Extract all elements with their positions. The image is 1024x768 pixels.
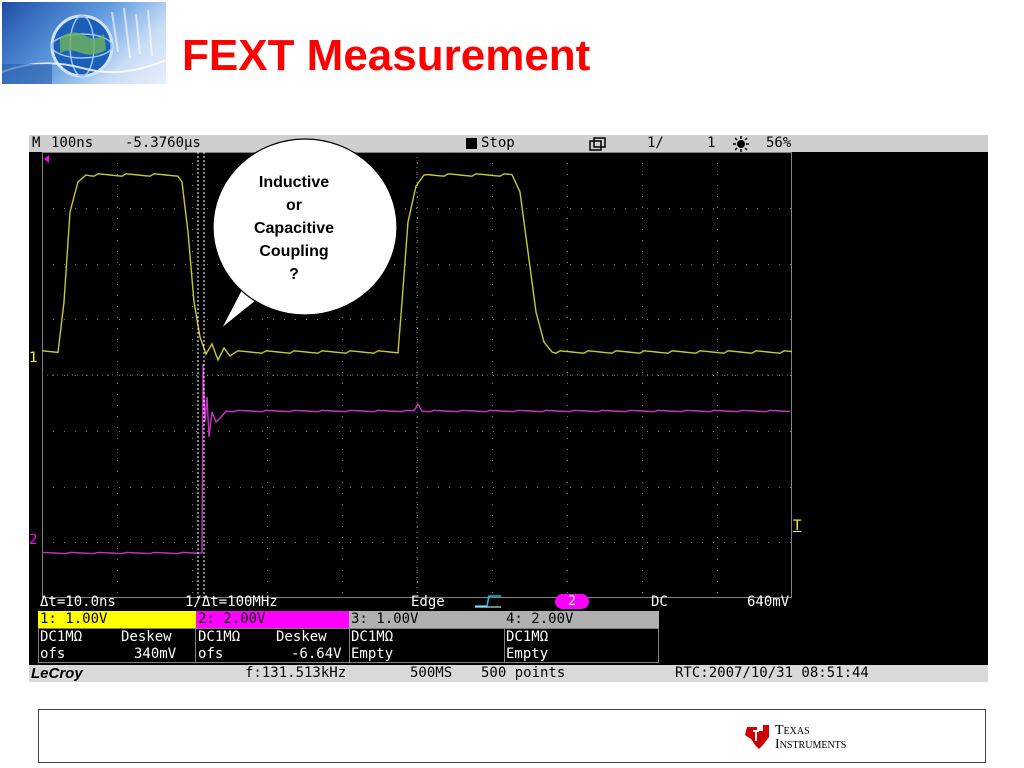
globe-logo-icon xyxy=(2,7,166,84)
oscilloscope-screen: M 100ns -5.3760µs Stop 1/ 1 56% 1 2 T Δt… xyxy=(29,135,988,682)
ch1-label: 1: 1.00V xyxy=(38,611,196,628)
record-length: 500 points xyxy=(481,665,566,681)
trigger-level-marker: T xyxy=(793,518,802,534)
timebase-value: 100ns xyxy=(51,135,94,151)
scope-brand: LeCroy xyxy=(31,665,83,682)
frame-total: 1 xyxy=(707,135,716,151)
ch2-ofs-label: ofs xyxy=(198,646,224,662)
divider xyxy=(349,628,350,663)
header-logo xyxy=(2,2,166,84)
ch4-status: Empty xyxy=(506,646,549,662)
callout-text: Inductive or Capacitive Coupling ? xyxy=(229,171,359,286)
stop-icon xyxy=(466,138,477,149)
ch2-waveform xyxy=(42,363,791,555)
ch1-deskew: Deskew xyxy=(121,629,172,645)
frequency-readout: f:131.513kHz xyxy=(245,665,347,681)
ch2-label: 2: 2.00V xyxy=(196,611,349,628)
ch1-level-marker: 1 xyxy=(29,350,38,366)
ch1-offset: 340mV xyxy=(134,646,177,662)
callout-line: Capacitive xyxy=(253,220,335,237)
inverse-delta-t-readout: 1/Δt=100MHz xyxy=(185,594,278,610)
rtc-clock: RTC:2007/10/31 08:51:44 xyxy=(675,665,869,681)
ch3-coupling: DC1MΩ xyxy=(351,629,394,645)
ch3-label: 3: 1.00V xyxy=(349,611,504,628)
delta-t-readout: Δt=10.0ns xyxy=(40,594,116,610)
callout-line: Inductive xyxy=(258,174,330,191)
graticule xyxy=(42,152,792,598)
trigger-level: 640mV xyxy=(747,594,790,610)
ch1-ofs-label: ofs xyxy=(40,646,66,662)
brightness-value: 56% xyxy=(766,135,792,151)
ch2-offset: -6.64V xyxy=(291,646,342,662)
ch3-status: Empty xyxy=(351,646,394,662)
ch4-label: 4: 2.00V xyxy=(504,611,659,628)
ch1-coupling: DC1MΩ xyxy=(40,629,83,645)
divider xyxy=(195,628,196,663)
run-state: Stop xyxy=(481,135,515,151)
ch2-level-marker: 2 xyxy=(29,532,38,548)
graticule-grid xyxy=(42,152,792,598)
ti-wordmark: Texas Instruments xyxy=(775,724,846,752)
timebase-mode-label: M xyxy=(32,135,41,151)
frame-counter: 1/ xyxy=(647,135,664,151)
scope-bottom-bar: LeCroy f:131.513kHz 500MS 500 points RTC… xyxy=(29,665,988,682)
ti-logo-icon xyxy=(743,721,773,756)
callout-line: Coupling xyxy=(259,243,329,260)
callout-line: or xyxy=(286,197,302,214)
trigger-coupling: DC xyxy=(651,594,668,610)
ch2-deskew: Deskew xyxy=(276,629,327,645)
ti-wordmark-line2: Instruments xyxy=(775,737,847,752)
scope-status-bar: M 100ns -5.3760µs Stop 1/ 1 56% xyxy=(29,135,988,152)
ti-wordmark-line1: Texas xyxy=(775,723,810,738)
trigger-delay-value: -5.3760µs xyxy=(125,135,201,151)
page-title: FEXT Measurement xyxy=(182,31,591,80)
trigger-type: Edge xyxy=(411,594,445,610)
callout-line: ? xyxy=(289,266,299,283)
ch4-coupling: DC1MΩ xyxy=(506,629,549,645)
divider xyxy=(504,628,505,663)
ch2-coupling: DC1MΩ xyxy=(198,629,241,645)
trigger-source-badge: 2 xyxy=(555,594,589,609)
sample-rate: 500MS xyxy=(410,665,453,681)
trigger-position-icon xyxy=(44,155,49,163)
